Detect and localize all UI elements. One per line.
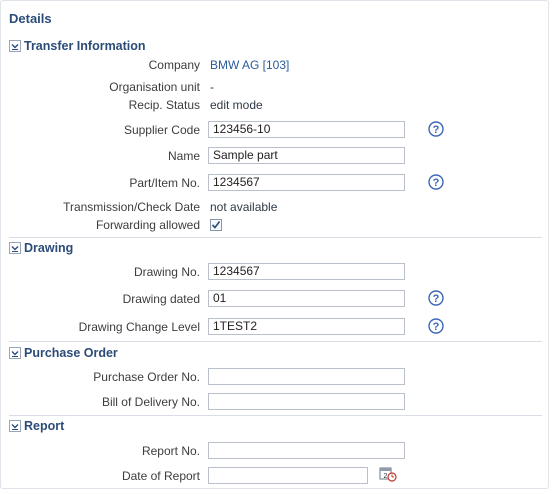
- section-transfer-title: Transfer Information: [24, 39, 146, 53]
- checkmark-icon: [211, 221, 221, 229]
- supplier-code-input[interactable]: 123456-10: [208, 121, 405, 138]
- part-item-no-label: Part/Item No.: [129, 176, 200, 190]
- svg-text:?: ?: [433, 293, 440, 305]
- forwarding-allowed-checkbox[interactable]: [210, 219, 222, 231]
- bill-of-delivery-no-label: Bill of Delivery No.: [101, 395, 200, 409]
- recip-status-value: edit mode: [210, 98, 263, 112]
- drawing-change-level-label: Drawing Change Level: [78, 320, 200, 334]
- svg-text:?: ?: [433, 124, 440, 136]
- company-value[interactable]: BMW AG [103]: [210, 58, 289, 72]
- section-report-header[interactable]: Report: [9, 417, 542, 435]
- recip-status-label: Recip. Status: [128, 98, 200, 112]
- drawing-dated-label: Drawing dated: [122, 292, 200, 306]
- organisation-unit-value: -: [210, 80, 214, 94]
- drawing-change-level-input[interactable]: 1TEST2: [208, 318, 405, 335]
- company-label: Company: [148, 58, 200, 72]
- collapse-chevron-icon[interactable]: [9, 40, 21, 52]
- section-divider: [9, 415, 542, 416]
- purchase-order-no-label: Purchase Order No.: [93, 370, 200, 384]
- report-no-input[interactable]: [208, 442, 405, 459]
- help-icon[interactable]: ?: [428, 174, 444, 190]
- collapse-chevron-icon[interactable]: [9, 420, 21, 432]
- calendar-icon[interactable]: 2: [379, 466, 397, 482]
- svg-text:2: 2: [384, 473, 388, 480]
- svg-text:?: ?: [433, 177, 440, 189]
- collapse-chevron-icon[interactable]: [9, 347, 21, 359]
- section-purchase-header[interactable]: Purchase Order: [9, 344, 542, 362]
- section-drawing-header[interactable]: Drawing: [9, 239, 542, 257]
- organisation-unit-label: Organisation unit: [109, 80, 200, 94]
- forwarding-allowed-label: Forwarding allowed: [95, 218, 200, 232]
- svg-text:?: ?: [433, 321, 440, 333]
- help-icon[interactable]: ?: [428, 318, 444, 334]
- section-drawing-title: Drawing: [24, 241, 74, 255]
- help-icon[interactable]: ?: [428, 290, 444, 306]
- transmission-date-label: Transmission/Check Date: [63, 200, 200, 214]
- supplier-code-label: Supplier Code: [123, 123, 200, 137]
- section-divider: [9, 237, 542, 238]
- drawing-no-input[interactable]: 1234567: [208, 263, 405, 280]
- section-transfer-header[interactable]: Transfer Information: [9, 37, 542, 55]
- section-divider: [9, 341, 542, 342]
- report-no-label: Report No.: [141, 444, 200, 458]
- date-of-report-input[interactable]: [208, 467, 368, 484]
- part-item-no-input[interactable]: 1234567: [208, 174, 405, 191]
- name-label: Name: [167, 149, 200, 163]
- date-of-report-label: Date of Report: [121, 469, 200, 483]
- drawing-no-label: Drawing No.: [133, 265, 200, 279]
- transmission-date-value: not available: [210, 200, 278, 214]
- collapse-chevron-icon[interactable]: [9, 242, 21, 254]
- drawing-dated-input[interactable]: 01: [208, 290, 405, 307]
- bill-of-delivery-no-input[interactable]: [208, 393, 405, 410]
- help-icon[interactable]: ?: [428, 121, 444, 137]
- panel-title: Details: [9, 11, 52, 26]
- name-input[interactable]: Sample part: [208, 147, 405, 164]
- details-panel: Details Transfer Information Company BMW…: [0, 0, 549, 489]
- section-report-title: Report: [24, 419, 65, 433]
- purchase-order-no-input[interactable]: [208, 368, 405, 385]
- section-purchase-title: Purchase Order: [24, 346, 118, 360]
